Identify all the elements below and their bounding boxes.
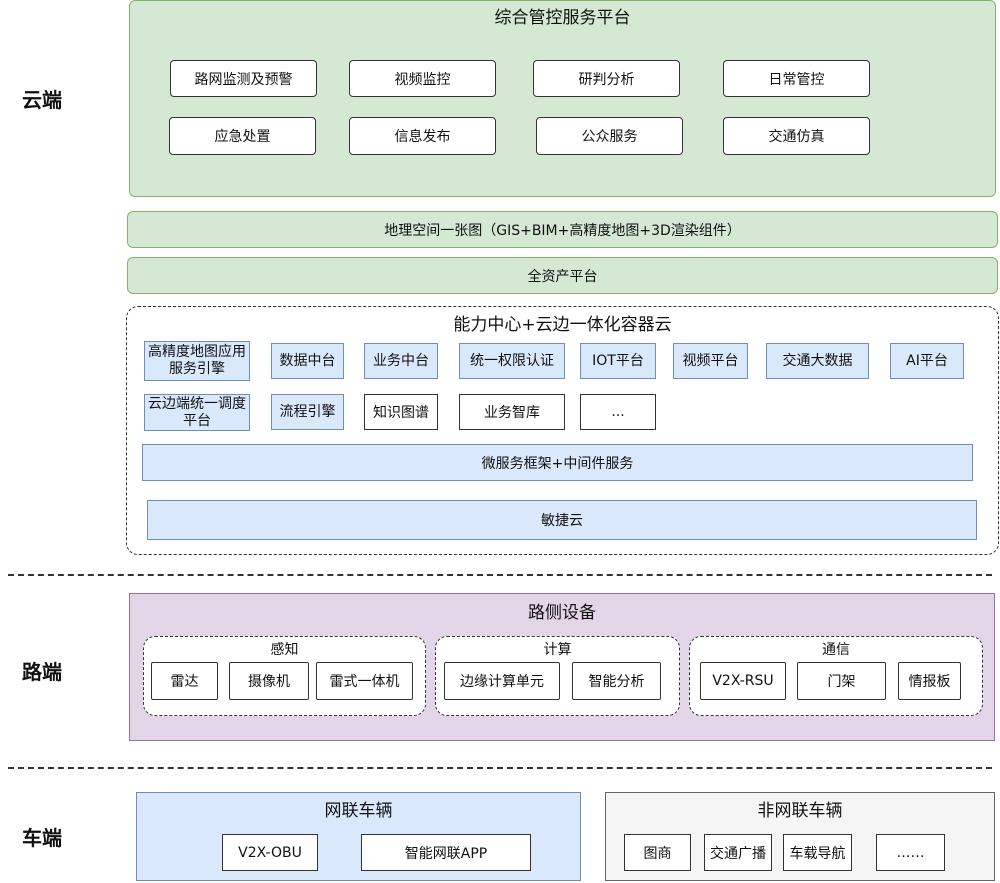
capability-item[interactable]: 云边端统一调度平台 — [144, 394, 250, 431]
capability-item[interactable]: IOT平台 — [580, 343, 656, 379]
road-group-title: 计算 — [543, 642, 572, 658]
capability-item[interactable]: 业务智库 — [459, 394, 565, 430]
platform-item[interactable]: 信息发布 — [349, 117, 496, 155]
road-group-title: 感知 — [270, 642, 299, 658]
tier-label-cloud: 云端 — [22, 88, 62, 112]
capability-item[interactable]: 交通大数据 — [766, 343, 869, 379]
roadside-equipment-title: 路侧设备 — [528, 602, 596, 623]
connected-vehicles-title: 网联车辆 — [324, 800, 393, 821]
tier-divider — [8, 767, 992, 769]
platform-item[interactable]: 研判分析 — [533, 60, 680, 97]
tier-divider — [8, 574, 992, 576]
road-group-title: 通信 — [822, 642, 850, 658]
management-platform-panel — [129, 0, 996, 197]
vehicle-item-more[interactable]: …… — [876, 834, 945, 871]
road-item[interactable]: 情报板 — [898, 662, 961, 700]
capability-item[interactable]: 业务中台 — [364, 343, 438, 379]
road-item[interactable]: 雷达 — [151, 662, 218, 700]
capability-item[interactable]: 高精度地图应用服务引擎 — [144, 341, 250, 381]
vehicle-item[interactable]: 图商 — [624, 834, 691, 871]
gis-map-bar: 地理空间一张图（GIS+BIM+高精度地图+3D渲染组件） — [127, 211, 998, 248]
capability-item[interactable]: 统一权限认证 — [459, 343, 565, 379]
road-item[interactable]: V2X-RSU — [700, 662, 786, 700]
road-item[interactable]: 边缘计算单元 — [444, 662, 560, 700]
capability-item[interactable]: 数据中台 — [271, 343, 344, 379]
road-item[interactable]: 雷式一体机 — [316, 662, 413, 700]
capability-item[interactable]: 视频平台 — [673, 343, 748, 379]
road-item[interactable]: 门架 — [797, 662, 886, 700]
platform-item[interactable]: 公众服务 — [536, 117, 683, 155]
capability-center-title: 能力中心+云边一体化容器云 — [453, 314, 672, 335]
tier-label-vehicle: 车端 — [22, 826, 62, 850]
road-item[interactable]: 智能分析 — [572, 662, 661, 700]
platform-item[interactable]: 交通仿真 — [723, 117, 870, 155]
platform-item[interactable]: 视频监控 — [349, 60, 496, 97]
non-connected-vehicles-title: 非网联车辆 — [757, 800, 843, 821]
capability-item[interactable]: AI平台 — [890, 343, 964, 379]
agile-cloud-bar: 敏捷云 — [147, 500, 977, 540]
road-item[interactable]: 摄像机 — [229, 662, 309, 700]
tier-label-road: 路端 — [22, 660, 62, 684]
vehicle-item[interactable]: 智能网联APP — [361, 834, 531, 871]
vehicle-item[interactable]: 交通广播 — [704, 834, 772, 871]
capability-item[interactable]: 知识图谱 — [364, 394, 438, 430]
management-platform-title: 综合管控服务平台 — [494, 7, 631, 28]
platform-item[interactable]: 日常管控 — [723, 60, 870, 97]
microservice-bar: 微服务框架+中间件服务 — [142, 444, 973, 481]
vehicle-item[interactable]: 车载导航 — [783, 834, 852, 871]
capability-item[interactable]: 流程引擎 — [271, 394, 344, 430]
platform-item[interactable]: 应急处置 — [169, 117, 316, 155]
platform-item[interactable]: 路网监测及预警 — [170, 60, 317, 97]
asset-platform-bar: 全资产平台 — [127, 257, 998, 294]
vehicle-item[interactable]: V2X-OBU — [222, 834, 318, 871]
capability-item-more[interactable]: ... — [580, 394, 656, 430]
